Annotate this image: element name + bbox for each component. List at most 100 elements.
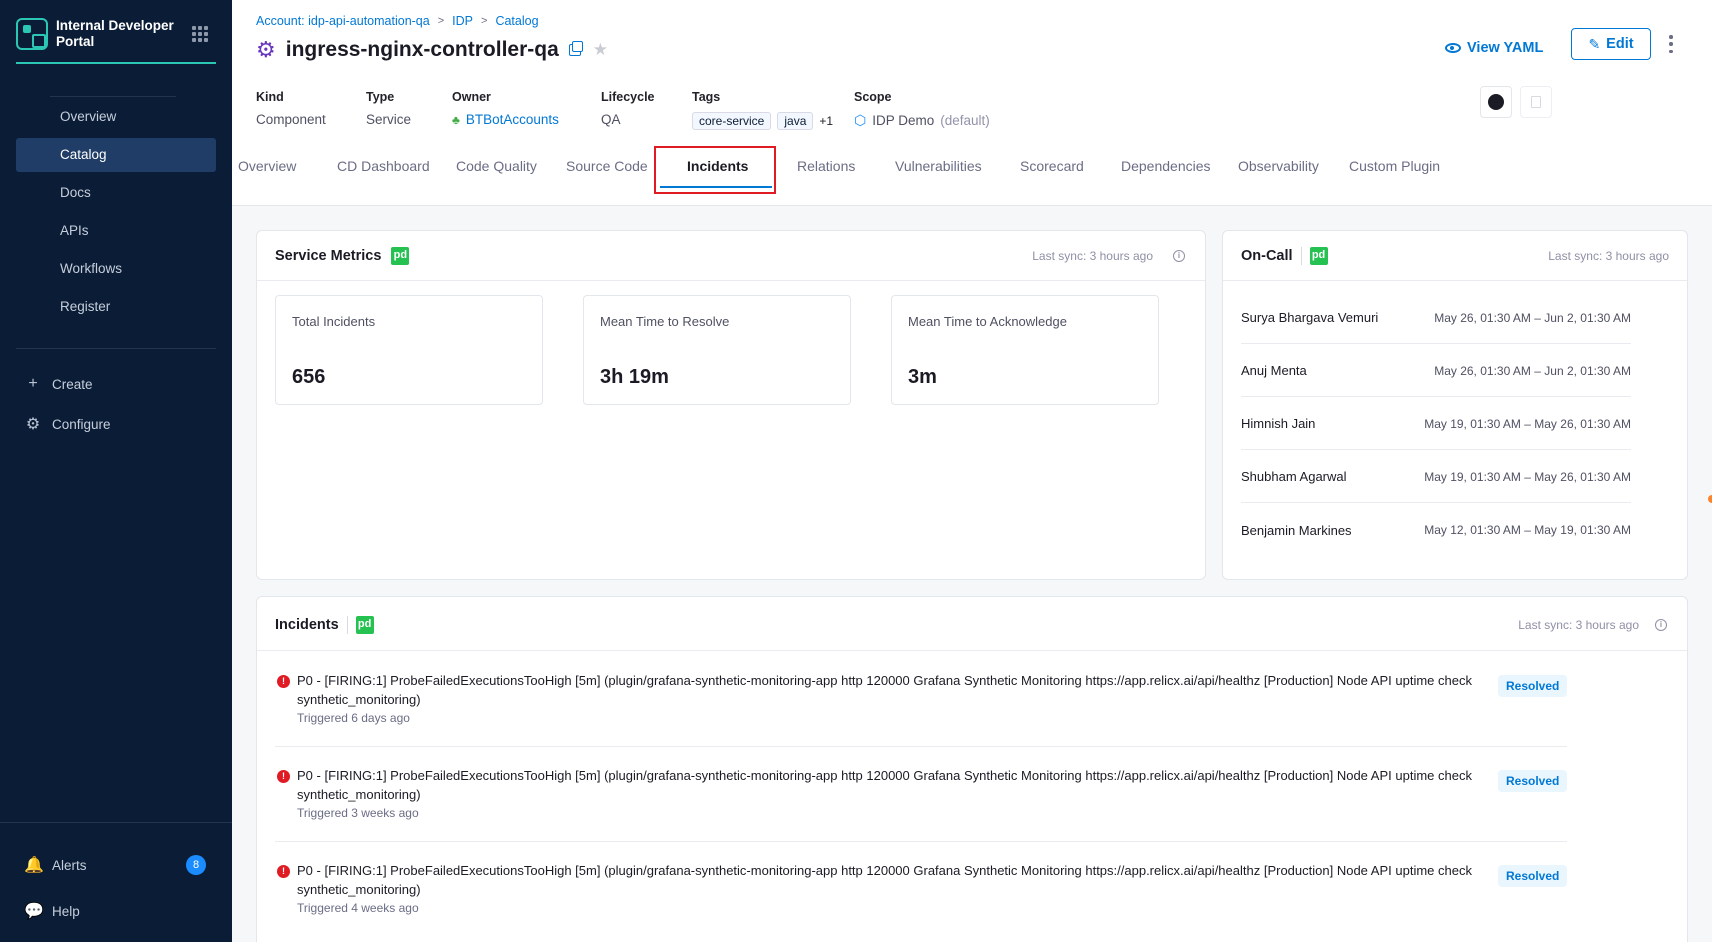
highlight-annotation [654,146,776,194]
info-icon[interactable]: i [1173,250,1185,262]
title-separator [346,616,348,634]
tab-custom-plugin[interactable]: Custom Plugin [1349,154,1440,178]
entity-header: Account: idp-api-automation-qa > IDP > C… [232,0,1712,206]
sidebar-divider [16,348,216,349]
view-yaml-button[interactable]: View YAML [1445,34,1543,62]
tab-observability[interactable]: Observability [1238,154,1319,178]
tab-dependencies[interactable]: Dependencies [1121,154,1211,178]
edit-button[interactable]: ✎ Edit [1571,28,1651,60]
last-sync-text: Last sync: 3 hours ago [1518,618,1639,632]
status-badge: Resolved [1498,865,1568,887]
tab-source-code[interactable]: Source Code [566,154,648,178]
alerts-button[interactable]: 🔔 Alerts [24,854,87,876]
incident-row[interactable]: ! P0 - [FIRING:1] ProbeFailedExecutionsT… [275,851,1568,937]
incident-title[interactable]: P0 - [FIRING:1] ProbeFailedExecutionsToo… [297,766,1487,804]
title-row: ⚙ ingress-nginx-controller-qa ★ [256,38,608,62]
meta-kind-value: Component [256,112,326,127]
incidents-title-text: Incidents [275,617,339,633]
metric-label: Mean Time to Acknowledge [908,314,1067,329]
breadcrumb-idp[interactable]: IDP [452,14,473,28]
on-call-row: Benjamin Markines May 12, 01:30 AM – May… [1241,504,1631,556]
configure-label: Configure [52,416,111,432]
on-call-row: Shubham Agarwal May 19, 01:30 AM – May 2… [1241,451,1631,503]
error-icon: ! [277,770,290,783]
metric-label: Mean Time to Resolve [600,314,730,329]
on-call-name: Shubham Agarwal [1241,469,1347,484]
tab-scorecard[interactable]: Scorecard [1020,154,1084,178]
owner-link[interactable]: BTBotAccounts [466,112,559,127]
sidebar-item-overview[interactable]: Overview [16,100,216,134]
sidebar-item-apis[interactable]: APIs [16,214,216,248]
on-call-title: On-Call pd [1241,247,1328,265]
meta-lifecycle-label: Lifecycle [601,90,655,104]
help-label: Help [52,903,80,919]
on-call-range: May 12, 01:30 AM – May 19, 01:30 AM [1424,523,1631,537]
service-metrics-header: Service Metrics pd Last sync: 3 hours ag… [257,231,1205,281]
brand[interactable]: Internal Developer Portal [16,18,216,64]
incident-row[interactable]: ! P0 - [FIRING:1] ProbeFailedExecutionsT… [275,661,1568,747]
tag-chip: core-service [692,112,772,130]
team-icon: ♣ [452,112,460,127]
tab-vulnerabilities[interactable]: Vulnerabilities [895,154,982,178]
service-metrics-title-text: Service Metrics [275,248,382,264]
meta-kind: Kind Component [256,90,326,127]
settings-icon: ⚙ [25,416,41,433]
view-yaml-label: View YAML [1467,40,1544,56]
star-icon[interactable]: ★ [593,40,608,60]
help-button[interactable]: 💬 Help [24,900,80,922]
tab-relations[interactable]: Relations [797,154,855,178]
metric-mtta: Mean Time to Acknowledge 3m [891,295,1159,405]
breadcrumb-account[interactable]: Account: idp-api-automation-qa [256,14,430,28]
github-button[interactable] [1480,86,1512,118]
tab-cd-dashboard[interactable]: CD Dashboard [337,154,430,178]
service-metrics-card: Service Metrics pd Last sync: 3 hours ag… [256,230,1206,580]
create-button[interactable]: + Create [24,373,93,395]
sidebar-item-workflows[interactable]: Workflows [16,252,216,286]
sidebar-item-catalog[interactable]: Catalog [16,138,216,172]
page-title: ingress-nginx-controller-qa [285,38,559,61]
incidents-card: Incidents pd Last sync: 3 hours ago i ! … [256,596,1688,942]
metric-label: Total Incidents [292,314,376,329]
create-label: Create [52,376,93,392]
chevron-right-icon: > [481,15,488,27]
on-call-row: Surya Bhargava Vemuri May 26, 01:30 AM –… [1241,292,1631,344]
tab-code-quality[interactable]: Code Quality [456,154,537,178]
pencil-icon: ✎ [1588,35,1601,52]
metric-total-incidents: Total Incidents 656 [275,295,543,405]
tag-chip: java [777,112,814,130]
sidebar-bottom-divider [0,822,232,823]
app-launcher-icon[interactable] [192,26,208,42]
pagerduty-logo-icon: pd [391,247,410,265]
eye-icon [1445,43,1461,53]
info-icon[interactable]: i [1655,619,1667,631]
tags-more[interactable]: +1 [819,114,833,128]
configure-button[interactable]: ⚙ Configure [24,413,111,435]
chevron-right-icon: > [437,15,445,27]
pagerduty-logo-icon: pd [355,616,374,634]
incident-title[interactable]: P0 - [FIRING:1] ProbeFailedExecutionsToo… [297,671,1487,709]
lifecycle-value: QA [601,112,621,127]
sidebar-item-docs[interactable]: Docs [16,176,216,210]
plus-icon: + [28,375,38,392]
on-call-name: Benjamin Markines [1241,522,1352,538]
on-call-name: Himnish Jain [1241,416,1316,431]
sidebar-item-register[interactable]: Register [16,290,216,324]
on-call-title-text: On-Call [1241,248,1293,264]
scope-suffix: (default) [940,113,990,128]
meta-scope-value: ⬡ IDP Demo (default) [854,112,990,129]
metric-value: 3h 19m [600,366,669,388]
scope-value: IDP Demo [872,113,935,128]
copy-icon[interactable] [568,41,583,56]
edit-label: Edit [1606,36,1634,52]
alerts-label: Alerts [52,857,87,873]
meta-tags-value: core-service java +1 [692,112,833,130]
tab-overview[interactable]: Overview [238,154,296,178]
on-call-header: On-Call pd Last sync: 3 hours ago [1223,231,1687,281]
more-options-icon[interactable] [1666,32,1676,56]
docs-button[interactable] [1520,86,1552,118]
on-call-row: Anuj Menta May 26, 01:30 AM – Jun 2, 01:… [1241,345,1631,397]
breadcrumb-catalog[interactable]: Catalog [495,14,538,28]
incident-row[interactable]: ! P0 - [FIRING:1] ProbeFailedExecutionsT… [275,756,1568,842]
document-icon [1531,96,1541,108]
incident-title[interactable]: P0 - [FIRING:1] ProbeFailedExecutionsToo… [297,861,1487,899]
